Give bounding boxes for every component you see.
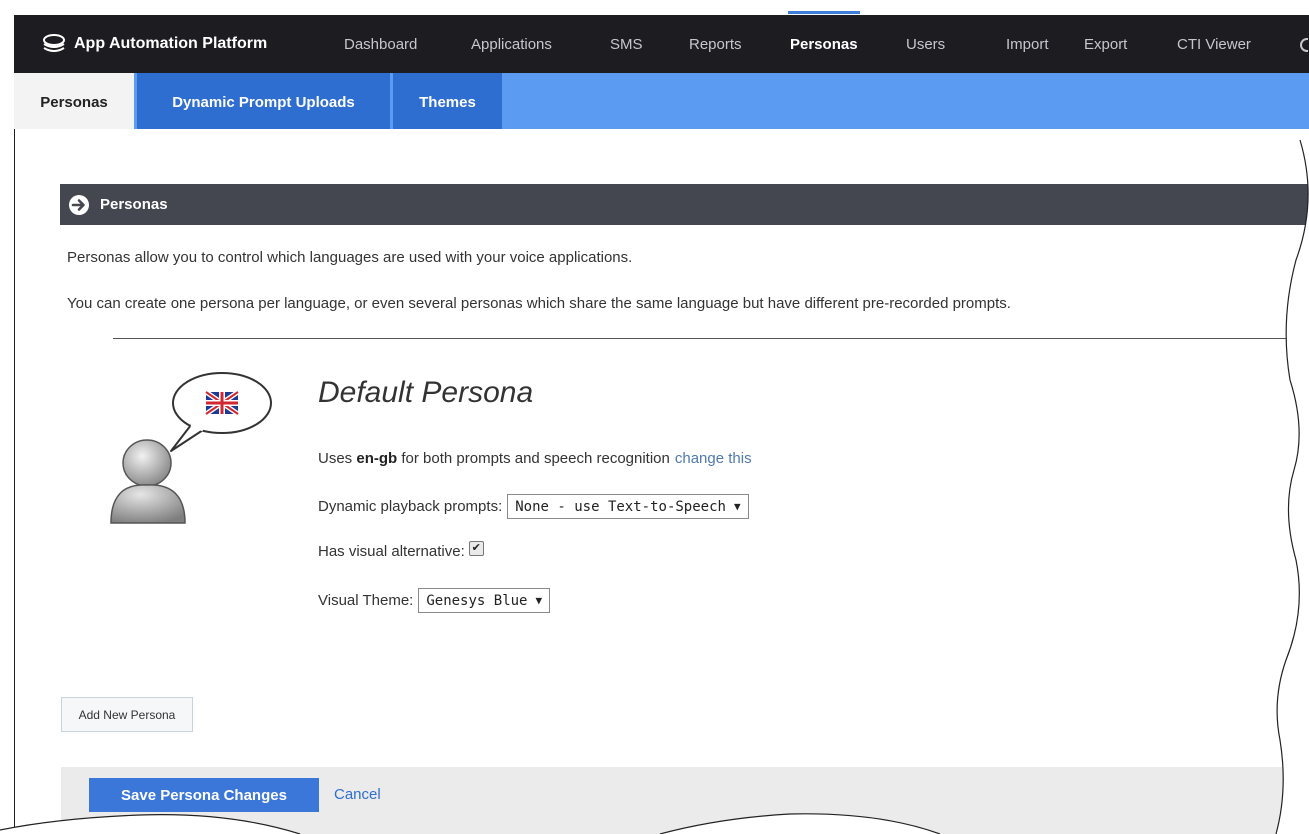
brand-name: App Automation Platform	[74, 35, 268, 52]
intro-text-1: Personas allow you to control which lang…	[67, 249, 633, 266]
dynamic-prompts-select[interactable]: None - use Text-to-Speech ▼	[507, 494, 749, 519]
nav-applications[interactable]: Applications	[471, 15, 552, 73]
tab-personas[interactable]: Personas	[14, 73, 134, 129]
visual-theme-select[interactable]: Genesys Blue ▼	[418, 588, 551, 613]
persona-name: Default Persona	[318, 376, 534, 409]
add-new-persona-button[interactable]: Add New Persona	[61, 697, 193, 732]
nav-overflow-item[interactable]	[1300, 15, 1308, 73]
nav-personas[interactable]: Personas	[788, 11, 860, 73]
brand-logo-icon	[43, 34, 65, 52]
visual-theme-row: Visual Theme: Genesys Blue ▼	[318, 588, 551, 613]
uses-prefix: Uses	[318, 450, 353, 467]
visual-theme-value: Genesys Blue	[426, 592, 528, 609]
nav-cti-viewer[interactable]: CTI Viewer	[1177, 15, 1251, 73]
visual-theme-label: Visual Theme:	[318, 592, 414, 609]
top-navbar: App Automation Platform Dashboard Applic…	[14, 11, 1309, 73]
persona-avatar	[105, 365, 285, 525]
nav-dashboard[interactable]: Dashboard	[344, 15, 417, 73]
visual-alternative-row: Has visual alternative: ✔	[318, 541, 484, 560]
nav-reports[interactable]: Reports	[689, 15, 742, 73]
dynamic-prompts-label: Dynamic playback prompts:	[318, 498, 503, 515]
nav-sms[interactable]: SMS	[610, 15, 643, 73]
divider	[113, 338, 1309, 339]
person-silhouette-icon	[110, 372, 272, 524]
sub-navbar: Personas Dynamic Prompt Uploads Themes	[14, 73, 1309, 129]
tab-themes[interactable]: Themes	[393, 73, 502, 129]
dynamic-prompts-value: None - use Text-to-Speech	[515, 498, 726, 515]
dropdown-caret-icon: ▼	[535, 594, 543, 607]
panel-title: Personas	[100, 196, 168, 213]
dropdown-caret-icon: ▼	[733, 500, 741, 513]
dynamic-prompts-row: Dynamic playback prompts: None - use Tex…	[318, 494, 749, 519]
panel-header: Personas	[60, 184, 1309, 225]
cancel-link[interactable]: Cancel	[334, 786, 381, 803]
page: App Automation Platform Dashboard Applic…	[0, 0, 1309, 834]
visual-alternative-checkbox[interactable]: ✔	[468, 541, 484, 556]
brand[interactable]: App Automation Platform	[42, 15, 267, 73]
intro-text-2: You can create one persona per language,…	[67, 295, 1011, 312]
save-persona-changes-button[interactable]: Save Persona Changes	[89, 778, 319, 812]
tab-dynamic-prompt-uploads[interactable]: Dynamic Prompt Uploads	[137, 73, 390, 129]
visual-alternative-label: Has visual alternative:	[318, 543, 465, 560]
change-language-link[interactable]: change this	[675, 450, 752, 467]
arrow-circle-right-icon	[69, 194, 89, 215]
nav-import[interactable]: Import	[1006, 15, 1049, 73]
persona-language-row: Uses en-gb for both prompts and speech r…	[318, 450, 752, 467]
nav-users[interactable]: Users	[906, 15, 945, 73]
persona-language: en-gb	[356, 450, 398, 467]
uk-flag-icon	[204, 389, 240, 417]
nav-export[interactable]: Export	[1084, 15, 1127, 73]
uses-suffix: for both prompts and speech recognition	[401, 450, 670, 467]
